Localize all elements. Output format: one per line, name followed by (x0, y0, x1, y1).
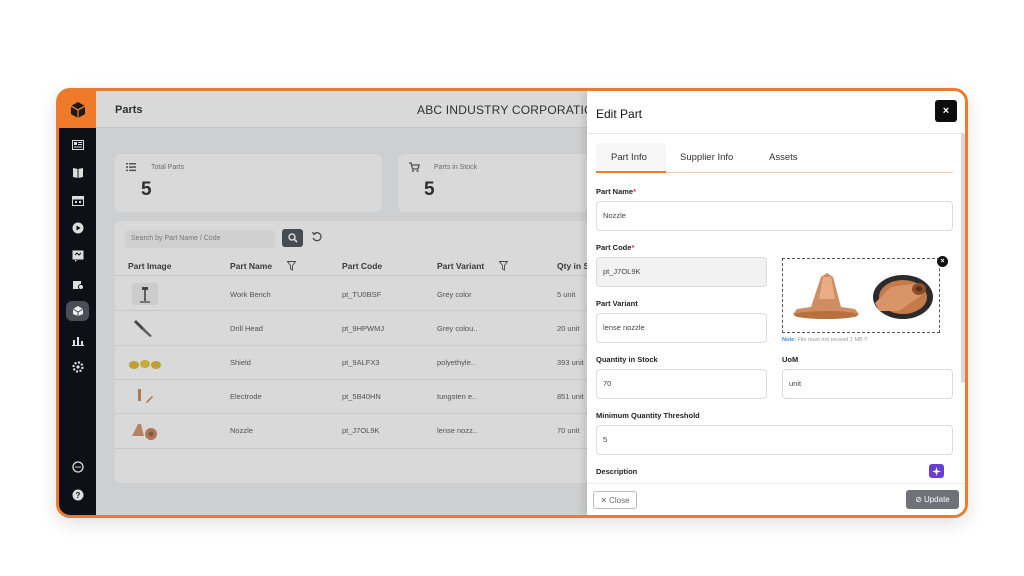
svg-text:?: ? (75, 491, 80, 500)
settings-gear-icon[interactable] (66, 357, 89, 377)
bar-chart-icon[interactable] (66, 330, 89, 350)
report-icon[interactable] (66, 246, 89, 266)
panel-title: Edit Part (596, 107, 643, 121)
ai-sparkle-button[interactable] (929, 464, 944, 478)
uom-label: UoM (782, 355, 799, 364)
close-button[interactable]: ✕ Close (593, 491, 637, 509)
calendar-icon[interactable] (66, 190, 89, 210)
divider (587, 133, 965, 134)
part-name-label: Part Name* (596, 187, 637, 196)
tab-supplier-info[interactable]: Supplier Info (680, 152, 733, 163)
parts-icon[interactable] (66, 301, 89, 321)
close-icon: ✕ (600, 495, 608, 505)
description-label: Description (596, 467, 638, 476)
tab-assets[interactable]: Assets (769, 152, 798, 163)
chat-icon[interactable] (66, 457, 89, 477)
sparkle-icon (932, 466, 941, 476)
part-image-upload[interactable] (782, 258, 940, 333)
upload-note: Note: File must not exceed 1 MB !! (782, 337, 868, 343)
check-circle-icon: ⊘ (915, 495, 922, 504)
panel-close-button[interactable]: × (935, 100, 957, 122)
sidebar: ? (59, 91, 96, 515)
update-button[interactable]: ⊘ Update (906, 490, 959, 509)
qty-label: Quantity in Stock (596, 355, 658, 364)
play-icon[interactable] (66, 218, 89, 238)
nozzle-product-image (793, 273, 933, 319)
panel-footer: ✕ Close ⊘ Update (587, 483, 965, 515)
uom-input[interactable]: unit (782, 369, 953, 399)
min-qty-input[interactable]: 5 (596, 425, 953, 455)
modal-backdrop[interactable] (96, 91, 587, 515)
part-variant-input[interactable]: lense nozzle (596, 313, 767, 343)
edit-part-panel: Edit Part × Part Info Supplier Info Asse… (587, 91, 965, 515)
quantity-input[interactable]: 70 (596, 369, 767, 399)
tab-part-info[interactable]: Part Info (611, 152, 647, 163)
dashboard-icon[interactable] (66, 135, 89, 155)
logo-cube-icon (59, 91, 96, 128)
help-icon[interactable]: ? (66, 485, 89, 505)
app-window: ? Parts ABC INDUSTRY CORPORATION Total P… (56, 88, 968, 518)
part-variant-label: Part Variant (596, 299, 638, 308)
part-name-input[interactable]: Nozzle (596, 201, 953, 231)
scrollbar[interactable] (961, 133, 965, 383)
min-qty-label: Minimum Quantity Threshold (596, 411, 700, 420)
building-gear-icon[interactable] (66, 274, 89, 294)
active-tab-indicator (596, 171, 666, 173)
remove-image-icon[interactable]: × (937, 256, 948, 267)
part-code-input[interactable]: pt_J7OL9K (596, 257, 767, 287)
part-code-label: Part Code* (596, 243, 635, 252)
book-icon[interactable] (66, 162, 89, 182)
